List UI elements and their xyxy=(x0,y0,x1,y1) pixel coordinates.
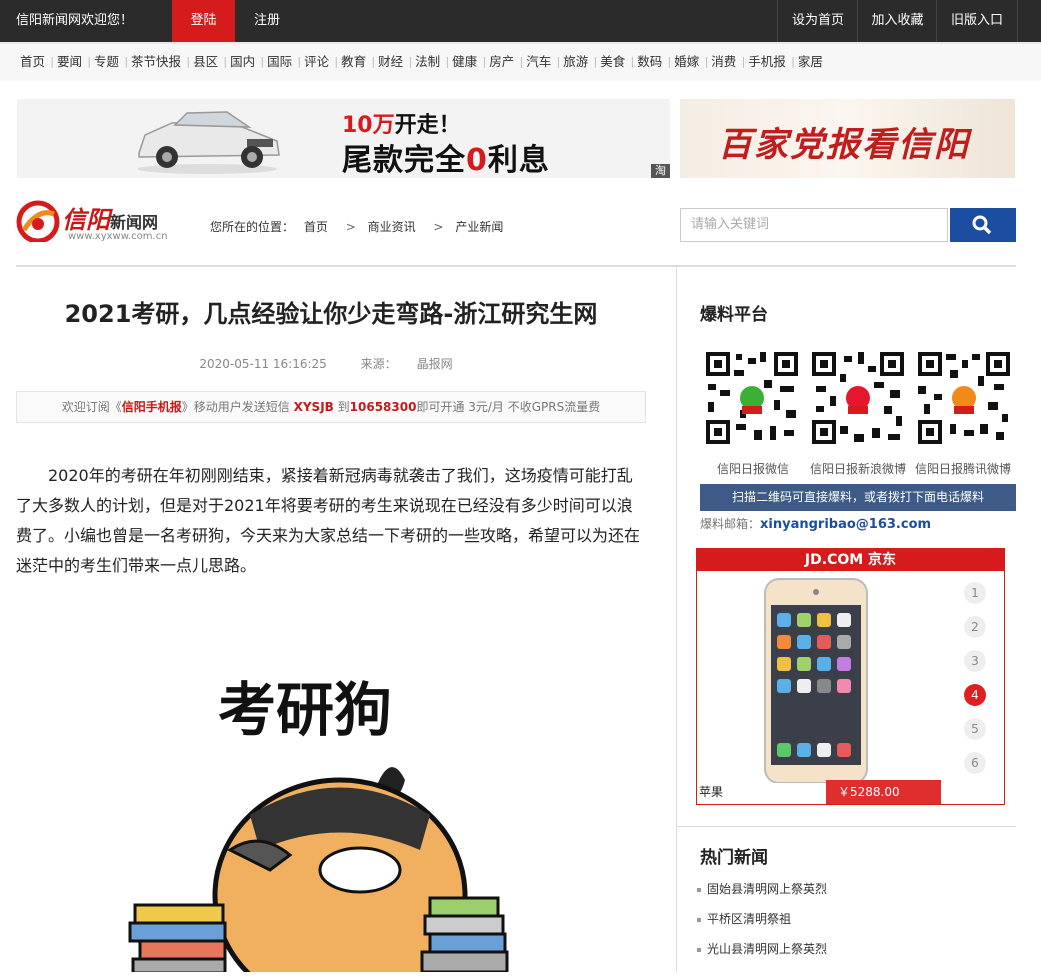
nav-item[interactable]: 手机报 xyxy=(742,44,794,80)
hot-news-item[interactable]: 光山县清明网上祭英烈 xyxy=(697,940,827,957)
nav-item[interactable]: 评论 xyxy=(298,44,338,80)
search-input[interactable]: 请输入关键词 xyxy=(680,208,948,242)
jd-price: ￥5288.00 xyxy=(826,780,941,804)
jd-slide-indicator[interactable]: 5 xyxy=(964,718,986,740)
jd-slide-indicator[interactable]: 6 xyxy=(964,752,986,774)
subscribe-notice: 欢迎订阅《信阳手机报》移动用户发送短信 XYSJB 到10658300即可开通 … xyxy=(16,391,646,423)
report-email: 爆料邮箱：xinyangribao@163.com xyxy=(700,517,932,532)
party-ad-text: 百家党报看信阳 xyxy=(718,125,970,165)
nav-item[interactable]: 旅游 xyxy=(557,44,597,80)
article-meta: 2020-05-11 16:16:25 来源： 晶报网 xyxy=(199,357,453,371)
jd-slide-indicator[interactable]: 4 xyxy=(964,684,986,706)
sina-weibo-qr-code[interactable] xyxy=(810,350,906,446)
nav-item[interactable]: 财经 xyxy=(372,44,412,80)
site-logo[interactable]: 信阳新闻网 www.xyxww.com.cn xyxy=(16,198,196,246)
iphone-image xyxy=(764,578,868,783)
article-body: 2020年的考研在年初刚刚结束，紧接着新冠病毒就袭击了我们，这场疫情可能打乱了大… xyxy=(16,466,641,575)
hot-news-item[interactable]: 平桥区清明祭祖 xyxy=(697,910,791,927)
login-button[interactable]: 登陆 xyxy=(172,0,235,42)
main-nav: 首页要闻专题茶节快报县区国内国际评论教育财经法制健康房产汽车旅游美食数码婚嫁消费… xyxy=(0,42,1041,81)
search-icon xyxy=(972,215,992,235)
breadcrumb-industry[interactable]: 产业新闻 xyxy=(455,220,503,234)
nav-item[interactable]: 法制 xyxy=(409,44,449,80)
logo-mark-icon xyxy=(16,200,60,242)
nav-item[interactable]: 美食 xyxy=(594,44,634,80)
old-version-link[interactable]: 旧版入口 xyxy=(936,0,1018,42)
nav-item[interactable]: 消费 xyxy=(705,44,745,80)
welcome-text: 信阳新闻网欢迎您！ xyxy=(16,13,134,28)
hot-news-title: 热门新闻 xyxy=(700,848,768,868)
nav-item[interactable]: 要闻 xyxy=(51,44,91,80)
report-platform-title: 爆料平台 xyxy=(700,305,768,325)
ad-subline: 尾款完全0利息 xyxy=(342,143,550,178)
report-email-link[interactable]: xinyangribao@163.com xyxy=(760,517,931,532)
breadcrumb-business[interactable]: 商业资讯 xyxy=(368,220,416,234)
illustration-caption: 考研狗 xyxy=(218,676,392,744)
nav-item[interactable]: 数码 xyxy=(631,44,671,80)
jd-slide-indicator[interactable]: 1 xyxy=(964,582,986,604)
add-favorite-link[interactable]: 加入收藏 xyxy=(857,0,937,42)
article-illustration: 考研狗 xyxy=(100,640,560,976)
article-title: 2021考研，几点经验让你少走弯路-浙江研究生网 xyxy=(64,300,598,328)
breadcrumb: 您所在的位置： 首页 > 商业资讯 > 产业新闻 xyxy=(210,220,504,234)
mobile-paper-link[interactable]: 信阳手机报 xyxy=(122,400,182,414)
logo-name: 信阳新闻网 xyxy=(62,205,159,234)
nav-item[interactable]: 房产 xyxy=(483,44,523,80)
wechat-qr-code[interactable] xyxy=(704,350,800,446)
logo-url: www.xyxww.com.cn xyxy=(68,231,168,242)
jd-slide-indicator[interactable]: 3 xyxy=(964,650,986,672)
nav-item[interactable]: 县区 xyxy=(187,44,227,80)
nav-item[interactable]: 家居 xyxy=(792,44,829,80)
top-bar: 信阳新闻网欢迎您！ 登陆 注册 设为首页 加入收藏 旧版入口 xyxy=(0,0,1041,42)
article-date: 2020-05-11 16:16:25 xyxy=(199,357,327,371)
column-divider xyxy=(676,267,677,972)
nav-item[interactable]: 教育 xyxy=(335,44,375,80)
set-home-link[interactable]: 设为首页 xyxy=(777,0,858,42)
nav-item[interactable]: 国际 xyxy=(261,44,301,80)
party-newspaper-ad[interactable]: 百家党报看信阳 xyxy=(680,99,1015,178)
article-source: 晶报网 xyxy=(416,357,453,371)
header-divider xyxy=(16,265,1016,267)
tencent-weibo-qr-code[interactable] xyxy=(916,350,1012,446)
nav-item[interactable]: 首页 xyxy=(14,44,54,80)
sidebar-divider xyxy=(676,826,1016,827)
qr-label-sina: 信阳日报新浪微博 xyxy=(809,462,906,476)
search-button[interactable] xyxy=(950,208,1016,242)
nav-item[interactable]: 专题 xyxy=(88,44,128,80)
nav-item[interactable]: 国内 xyxy=(224,44,264,80)
nav-item[interactable]: 汽车 xyxy=(520,44,560,80)
jd-ad-header: JD.COM 京东 xyxy=(697,549,1004,571)
scan-report-banner: 扫描二维码可直接爆料，或者拨打下面电话爆料 xyxy=(700,484,1016,511)
taobao-tag: 淘 xyxy=(651,164,670,178)
breadcrumb-home[interactable]: 首页 xyxy=(304,220,328,234)
jd-product-name: 苹果 xyxy=(699,785,724,799)
qr-label-wechat: 信阳日报微信 xyxy=(716,462,789,476)
nav-item[interactable]: 茶节快报 xyxy=(125,44,190,80)
hot-news-item[interactable]: 固始县清明网上祭英烈 xyxy=(697,880,827,897)
nav-item[interactable]: 婚嫁 xyxy=(668,44,708,80)
register-link[interactable]: 注册 xyxy=(254,0,280,42)
jd-slide-indicator[interactable]: 2 xyxy=(964,616,986,638)
nav-item[interactable]: 健康 xyxy=(446,44,486,80)
car-image xyxy=(137,111,280,174)
car-ad-banner[interactable]: 10万开走！ 尾款完全0利息 淘 xyxy=(17,99,670,178)
qr-label-tencent: 信阳日报腾讯微博 xyxy=(914,462,1011,476)
jd-ad[interactable]: JD.COM 京东 1 2 3 4 5 6 苹果 ￥5288.00 xyxy=(696,548,1005,805)
